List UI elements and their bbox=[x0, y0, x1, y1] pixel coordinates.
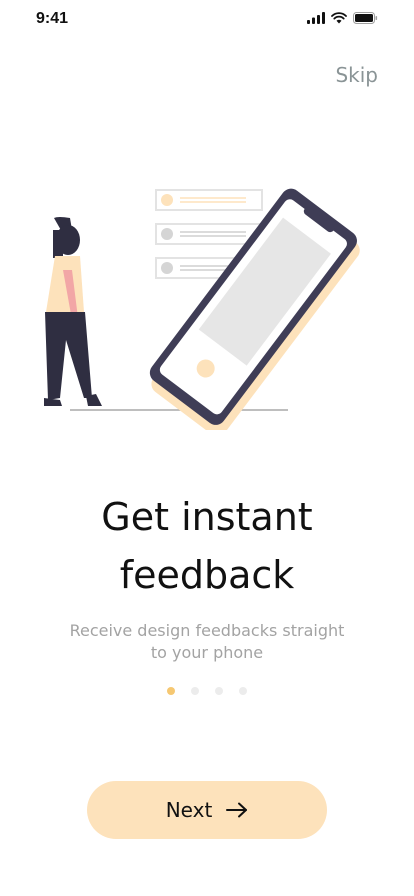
woman-with-phone-feedback-illustration bbox=[44, 188, 360, 430]
status-icons bbox=[307, 12, 378, 24]
phone-illustration bbox=[149, 188, 360, 430]
page-subtitle: Receive design feedbacks straight to you… bbox=[69, 621, 345, 662]
battery-icon bbox=[353, 12, 378, 24]
title-line-1: Get instant bbox=[101, 495, 313, 539]
signal-icon bbox=[307, 12, 325, 24]
feedback-card-1 bbox=[155, 189, 263, 211]
feedback-card-2 bbox=[155, 223, 263, 245]
pager-dots bbox=[0, 687, 414, 695]
title-line-2: feedback bbox=[119, 553, 295, 597]
next-button-label: Next bbox=[165, 798, 213, 822]
status-time: 9:41 bbox=[36, 10, 69, 27]
next-button[interactable]: Next bbox=[87, 781, 327, 839]
status-bar: 9:41 bbox=[0, 0, 414, 40]
skip-button[interactable]: Skip bbox=[335, 63, 378, 87]
wifi-icon bbox=[331, 12, 347, 24]
page-title: Get instant feedback bbox=[0, 488, 414, 604]
pager-dot-active[interactable] bbox=[167, 687, 175, 695]
pager-dot[interactable] bbox=[191, 687, 199, 695]
pager-dot[interactable] bbox=[239, 687, 247, 695]
arrow-right-icon bbox=[226, 802, 248, 818]
pager-dot[interactable] bbox=[215, 687, 223, 695]
woman-figure bbox=[44, 217, 102, 406]
